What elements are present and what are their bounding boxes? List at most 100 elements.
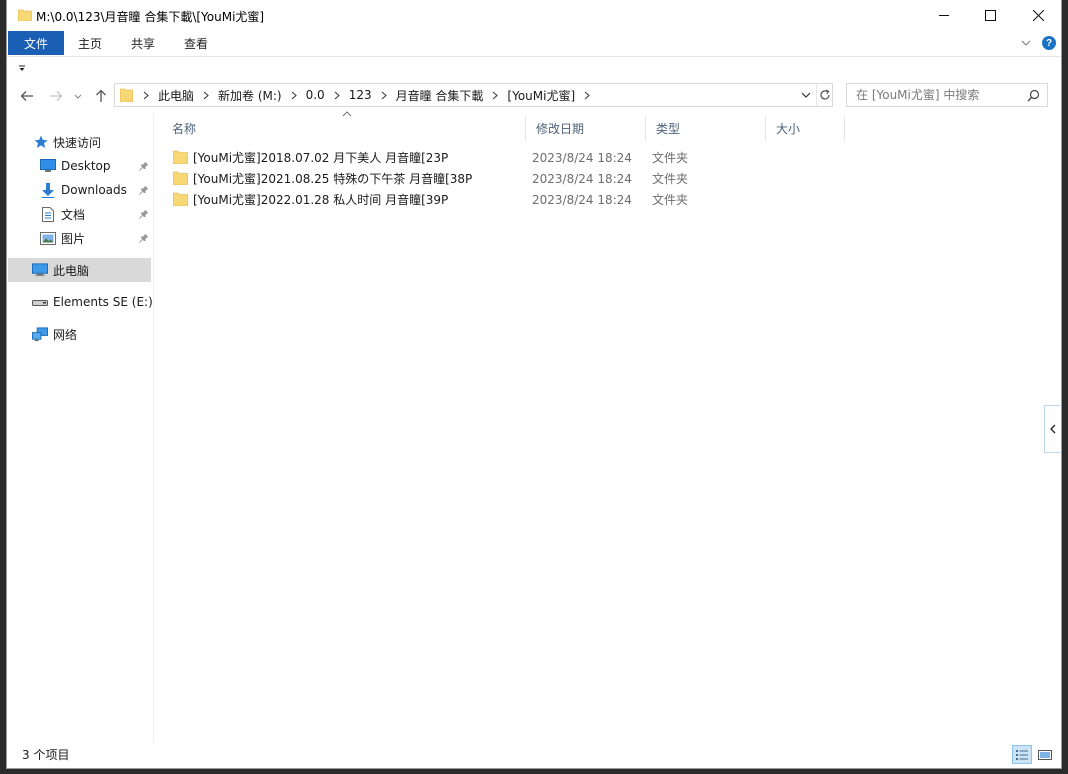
chevron-right-icon[interactable] — [136, 84, 156, 106]
quick-access-toolbar — [7, 57, 1061, 79]
back-button[interactable] — [15, 85, 39, 107]
sidebar-item-documents[interactable]: 文档 — [8, 202, 151, 226]
sidebar-item-drive[interactable]: Elements SE (E:) — [8, 290, 153, 314]
tab-file[interactable]: 文件 — [8, 31, 64, 55]
sidebar-item-quick-access[interactable]: 快速访问 — [8, 130, 151, 154]
search-button[interactable] — [1025, 87, 1041, 103]
minimize-button[interactable] — [921, 0, 967, 31]
dropdown-arrow-icon — [19, 65, 25, 71]
minimize-icon — [938, 15, 949, 16]
file-name: [YouMi尤蜜]2022.01.28 私人时间 月音瞳[39P — [193, 193, 449, 207]
refresh-button[interactable] — [816, 84, 833, 106]
title-bar: M:\0.0\123\月音瞳 合集下載\[YouMi尤蜜] — [7, 0, 1061, 31]
address-bar[interactable]: 此电脑 新加卷 (M:) 0.0 123 月音瞳 合集下載 [YouMi尤蜜] — [114, 83, 833, 107]
sidebar-item-desktop[interactable]: Desktop — [8, 154, 151, 178]
thumbnail-view-icon — [1038, 749, 1052, 760]
sidebar-item-label: Desktop — [61, 159, 111, 173]
chevron-right-icon[interactable] — [485, 84, 505, 106]
chevron-right-icon[interactable] — [374, 84, 394, 106]
column-header-type[interactable]: 类型 — [645, 116, 765, 141]
network-icon — [32, 326, 48, 342]
item-count: 3 个项目 — [22, 747, 70, 762]
pin-icon — [138, 231, 150, 245]
tab-view[interactable]: 查看 — [184, 31, 208, 55]
breadcrumb-folder-0-0[interactable]: 0.0 — [304, 88, 327, 102]
column-header-date[interactable]: 修改日期 — [525, 116, 645, 141]
chevron-right-icon[interactable] — [196, 84, 216, 106]
sidebar-item-label: 图片 — [61, 231, 86, 246]
table-row[interactable]: [YouMi尤蜜]2022.01.28 私人时间 月音瞳[39P 2023/8/… — [160, 189, 860, 210]
details-view-button[interactable] — [1012, 745, 1032, 764]
file-date: 2023/8/24 18:24 — [532, 171, 632, 186]
pin-icon — [138, 207, 150, 221]
sidebar-item-this-pc[interactable]: 此电脑 — [8, 258, 151, 282]
sidebar-item-network[interactable]: 网络 — [8, 322, 151, 346]
tab-home[interactable]: 主页 — [78, 31, 102, 55]
window-title: M:\0.0\123\月音瞳 合集下載\[YouMi尤蜜] — [36, 10, 265, 24]
explorer-window: M:\0.0\123\月音瞳 合集下載\[YouMi尤蜜] 文件 主页 共享 查… — [7, 0, 1061, 768]
sidebar-item-label: 此电脑 — [53, 263, 90, 278]
sidebar-item-label: Downloads — [61, 183, 127, 197]
recent-locations-button[interactable] — [70, 85, 86, 107]
help-button[interactable]: ? — [1042, 36, 1056, 50]
breadcrumb-volume[interactable]: 新加卷 (M:) — [216, 87, 284, 104]
file-name: [YouMi尤蜜]2021.08.25 特殊の下午茶 月音瞳[38P — [193, 172, 473, 186]
search-icon — [1027, 89, 1039, 101]
preview-pane-toggle[interactable] — [1044, 405, 1060, 453]
breadcrumb: 此电脑 新加卷 (M:) 0.0 123 月音瞳 合集下載 [YouMi尤蜜] — [136, 84, 597, 106]
column-headers: 名称 修改日期 类型 大小 — [160, 111, 846, 142]
pin-icon — [138, 183, 150, 197]
breadcrumb-current[interactable]: [YouMi尤蜜] — [505, 87, 577, 104]
arrow-left-icon — [20, 91, 33, 101]
file-type: 文件夹 — [652, 151, 689, 165]
breadcrumb-this-pc[interactable]: 此电脑 — [156, 87, 196, 104]
table-row[interactable]: [YouMi尤蜜]2018.07.02 月下美人 月音瞳[23P 2023/8/… — [160, 147, 860, 168]
pin-icon — [138, 159, 150, 173]
folder-icon — [173, 171, 188, 185]
table-row[interactable]: [YouMi尤蜜]2021.08.25 特殊の下午茶 月音瞳[38P 2023/… — [160, 168, 860, 189]
address-history-button[interactable] — [798, 84, 814, 106]
sidebar-item-label: 网络 — [53, 327, 78, 342]
search-box — [846, 83, 1048, 107]
ribbon: 文件 主页 共享 查看 ? — [7, 31, 1061, 57]
navigation-pane: 快速访问 Desktop Downloads 文档 图片 此电脑 Element… — [7, 113, 153, 743]
folder-icon — [18, 9, 32, 21]
sidebar-item-label: 文档 — [61, 207, 86, 222]
search-input[interactable] — [847, 84, 1026, 106]
chevron-right-icon[interactable] — [284, 84, 304, 106]
pictures-icon — [40, 230, 56, 246]
chevron-right-icon[interactable] — [327, 84, 347, 106]
forward-button[interactable] — [44, 85, 68, 107]
chevron-left-icon — [1049, 424, 1055, 434]
chevron-right-icon[interactable] — [577, 84, 597, 106]
file-date: 2023/8/24 18:24 — [532, 192, 632, 207]
expand-ribbon-button[interactable] — [1019, 36, 1033, 50]
file-type: 文件夹 — [652, 193, 689, 207]
sidebar-item-label: Elements SE (E:) — [53, 295, 153, 309]
column-header-size[interactable]: 大小 — [765, 116, 845, 141]
file-type: 文件夹 — [652, 172, 689, 186]
breadcrumb-collection[interactable]: 月音瞳 合集下載 — [394, 87, 486, 104]
desktop-icon — [40, 158, 56, 174]
pane-divider[interactable] — [153, 113, 154, 743]
close-button[interactable] — [1015, 0, 1061, 31]
refresh-icon — [820, 89, 830, 100]
breadcrumb-folder-123[interactable]: 123 — [347, 88, 374, 102]
customize-toolbar-button[interactable] — [15, 60, 29, 76]
folder-icon — [173, 150, 188, 164]
tab-share[interactable]: 共享 — [131, 31, 155, 55]
computer-icon — [32, 262, 48, 278]
close-icon — [1032, 10, 1044, 21]
large-icons-view-button[interactable] — [1035, 745, 1055, 764]
up-button[interactable] — [89, 85, 113, 107]
file-date: 2023/8/24 18:24 — [532, 150, 632, 165]
column-header-name[interactable]: 名称 — [160, 116, 525, 141]
folder-icon — [120, 88, 133, 102]
maximize-button[interactable] — [967, 0, 1013, 31]
sidebar-item-pictures[interactable]: 图片 — [8, 226, 151, 250]
folder-icon — [173, 192, 188, 206]
sidebar-item-downloads[interactable]: Downloads — [8, 178, 151, 202]
status-bar: 3 个项目 — [7, 743, 1061, 768]
details-view-icon — [1016, 749, 1028, 760]
chevron-down-icon — [801, 92, 811, 98]
